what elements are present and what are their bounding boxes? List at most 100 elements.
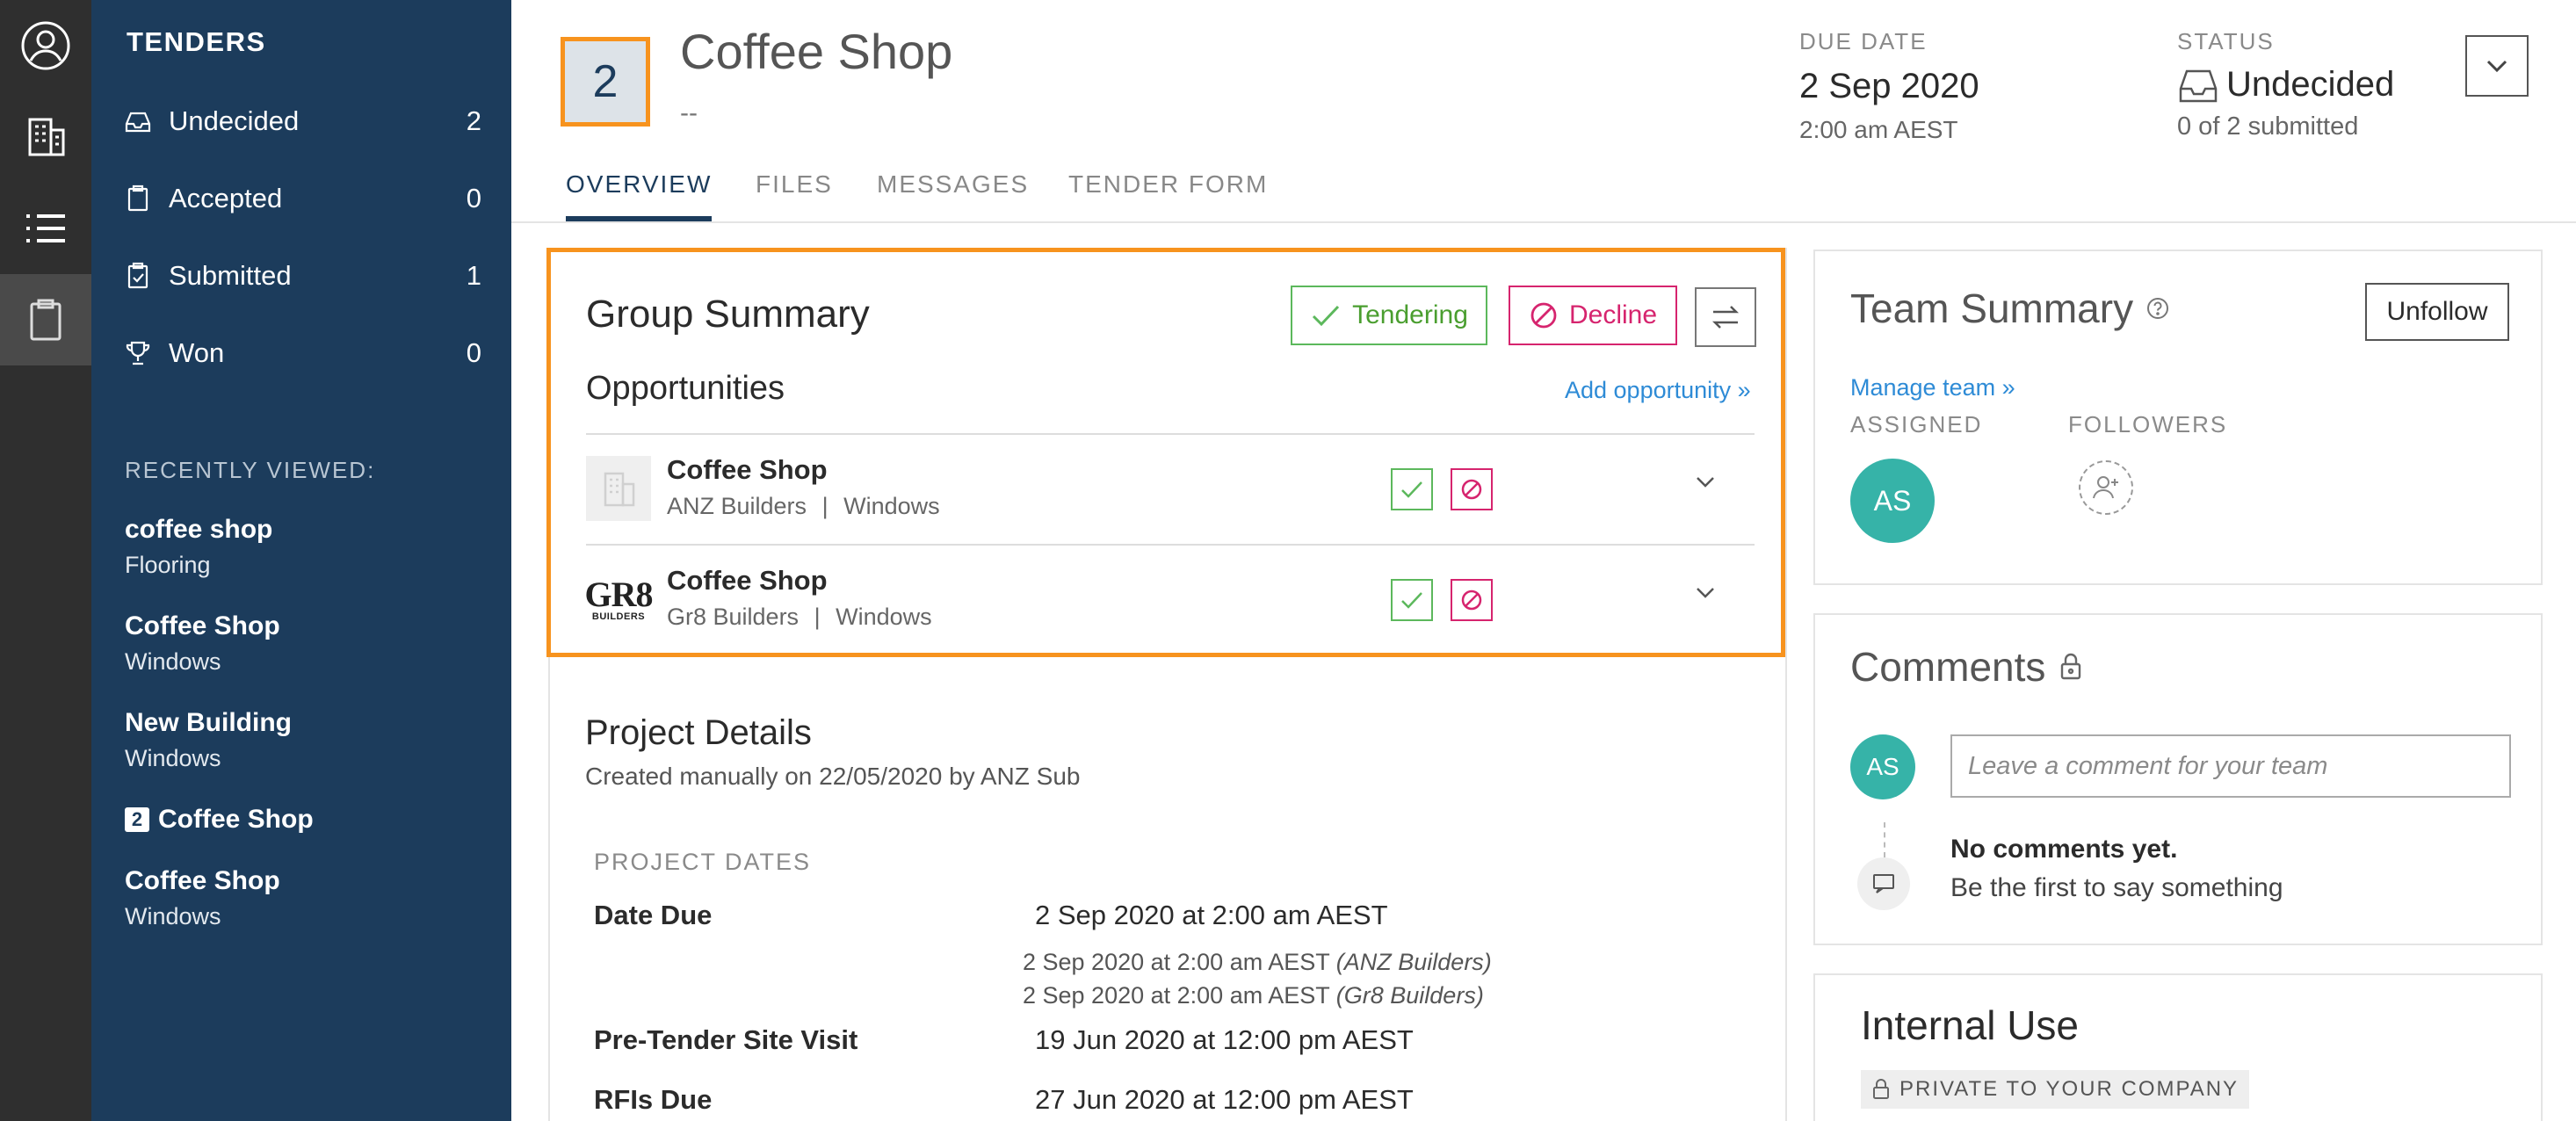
project-dates-label: PROJECT DATES bbox=[594, 849, 812, 875]
opportunity-name: Coffee Shop bbox=[667, 565, 828, 596]
team-summary-title: Team Summary bbox=[1850, 286, 2134, 331]
accept-opportunity-button[interactable] bbox=[1391, 579, 1433, 621]
rail-profile-button[interactable] bbox=[0, 0, 91, 91]
list-icon bbox=[26, 214, 65, 242]
recent-item[interactable]: 2 Coffee Shop bbox=[125, 805, 314, 835]
ban-icon bbox=[1530, 302, 1557, 329]
date-due-value: 2 Sep 2020 at 2:00 am AEST bbox=[1035, 900, 1388, 930]
clipboard-icon bbox=[127, 184, 148, 212]
page-subtitle: -- bbox=[680, 98, 698, 127]
internal-use-title: Internal Use bbox=[1861, 1002, 2080, 1048]
tendering-button[interactable]: Tendering bbox=[1291, 286, 1487, 345]
add-follower-button[interactable] bbox=[2079, 460, 2133, 515]
rail-list-button[interactable] bbox=[0, 183, 91, 274]
recent-item-sub: Windows bbox=[125, 745, 221, 771]
team-summary-title-row: Team Summary bbox=[1850, 285, 2170, 332]
ban-icon bbox=[1461, 589, 1482, 611]
opportunities-title: Opportunities bbox=[586, 370, 785, 407]
expand-opportunity-button[interactable] bbox=[1688, 575, 1723, 611]
tenders-sidebar: TENDERS Undecided 2 Accepted 0 Submitted… bbox=[91, 0, 511, 1121]
clipboard-icon bbox=[30, 299, 62, 341]
assigned-avatar[interactable]: AS bbox=[1850, 459, 1935, 543]
rfis-due-key: RFIs Due bbox=[594, 1084, 713, 1115]
project-created-info: Created manually on 22/05/2020 by ANZ Su… bbox=[585, 763, 1081, 790]
date-due-gr8-builder: (Gr8 Builders) bbox=[1335, 982, 1484, 1009]
logo-text: GR8 bbox=[584, 574, 654, 614]
recent-item-sub: Windows bbox=[125, 648, 221, 675]
group-count-badge: 2 bbox=[125, 807, 149, 832]
decline-opportunity-button[interactable] bbox=[1451, 579, 1493, 621]
team-summary-card: Team Summary Unfollow Manage team » ASSI… bbox=[1813, 250, 2543, 585]
manage-team-link[interactable]: Manage team » bbox=[1850, 374, 2015, 401]
sidebar-item-label: Won bbox=[169, 337, 225, 368]
group-count-box: 2 bbox=[561, 37, 650, 127]
private-badge: PRIVATE TO YOUR COMPANY bbox=[1861, 1070, 2250, 1109]
recent-item[interactable]: New Building Windows bbox=[125, 708, 292, 772]
sidebar-item-undecided[interactable]: Undecided 2 bbox=[123, 95, 481, 148]
recent-item[interactable]: Coffee Shop Windows bbox=[125, 866, 280, 930]
rfis-due-value: 27 Jun 2020 at 12:00 pm AEST bbox=[1035, 1084, 1414, 1115]
rail-companies-button[interactable] bbox=[0, 91, 91, 183]
page-title: Coffee Shop bbox=[680, 24, 953, 79]
sidebar-item-submitted[interactable]: Submitted 1 bbox=[123, 250, 481, 302]
sidebar-item-label: Accepted bbox=[169, 183, 283, 213]
comment-bubble-icon-wrap bbox=[1857, 857, 1910, 910]
sidebar-item-label: Undecided bbox=[169, 105, 300, 136]
chevron-down-icon bbox=[1697, 477, 1714, 488]
recent-item[interactable]: Coffee Shop Windows bbox=[125, 611, 280, 676]
accept-opportunity-button[interactable] bbox=[1391, 468, 1433, 510]
decline-opportunity-button[interactable] bbox=[1451, 468, 1493, 510]
date-due-anz: 2 Sep 2020 at 2:00 am AEST (ANZ Builders… bbox=[1023, 949, 1492, 976]
ban-icon bbox=[1461, 479, 1482, 500]
swap-button[interactable] bbox=[1695, 287, 1756, 347]
check-icon bbox=[1401, 481, 1422, 498]
header-menu-dropdown[interactable] bbox=[2465, 35, 2529, 97]
tab-messages[interactable]: MESSAGES bbox=[877, 170, 1029, 221]
recent-item[interactable]: coffee shop Flooring bbox=[125, 515, 272, 579]
sidebar-item-accepted[interactable]: Accepted 0 bbox=[123, 172, 481, 225]
comment-input[interactable] bbox=[1950, 734, 2511, 798]
tab-tender-form[interactable]: TENDER FORM bbox=[1068, 170, 1268, 221]
sidebar-item-label: Submitted bbox=[169, 260, 292, 291]
opportunity-meta: Gr8 Builders | Windows bbox=[667, 604, 932, 631]
decline-button[interactable]: Decline bbox=[1509, 286, 1677, 345]
date-due-gr8: 2 Sep 2020 at 2:00 am AEST (Gr8 Builders… bbox=[1023, 982, 1484, 1009]
tab-overview[interactable]: OVERVIEW bbox=[566, 170, 713, 221]
company-logo-gr8: GR8 BUILDERS bbox=[584, 567, 654, 632]
recent-item-name: Coffee Shop bbox=[125, 866, 280, 895]
private-label: PRIVATE TO YOUR COMPANY bbox=[1899, 1077, 2240, 1101]
comment-timeline-line bbox=[1884, 822, 1885, 857]
tendering-label: Tendering bbox=[1352, 300, 1468, 329]
help-icon[interactable] bbox=[2145, 296, 2170, 321]
site-visit-value: 19 Jun 2020 at 12:00 pm AEST bbox=[1035, 1024, 1414, 1055]
status-label: STATUS bbox=[2177, 28, 2275, 54]
divider: | bbox=[814, 604, 821, 630]
rail-tenders-button[interactable] bbox=[0, 274, 91, 365]
swap-arrows-icon bbox=[1711, 306, 1740, 329]
date-due-key: Date Due bbox=[594, 900, 713, 930]
opportunity-row[interactable]: Coffee Shop ANZ Builders | Windows bbox=[586, 433, 1755, 544]
tab-files[interactable]: FILES bbox=[756, 170, 833, 221]
sidebar-item-won[interactable]: Won 0 bbox=[123, 327, 481, 380]
no-comments-title: No comments yet. bbox=[1950, 835, 2178, 864]
tender-header: 2 Coffee Shop -- DUE DATE 2 Sep 2020 2:0… bbox=[511, 0, 2576, 223]
group-summary-title: Group Summary bbox=[586, 293, 870, 336]
opportunity-trade: Windows bbox=[843, 493, 940, 519]
add-opportunity-link[interactable]: Add opportunity » bbox=[1565, 377, 1751, 404]
inbox-icon bbox=[2179, 69, 2218, 102]
opportunity-builder: ANZ Builders bbox=[667, 493, 807, 519]
due-time-value: 2:00 am AEST bbox=[1799, 116, 1958, 143]
divider: | bbox=[821, 493, 829, 519]
trophy-icon bbox=[126, 341, 150, 365]
due-date-value: 2 Sep 2020 bbox=[1799, 67, 1979, 105]
unfollow-button[interactable]: Unfollow bbox=[2365, 283, 2509, 341]
comments-title: Comments bbox=[1850, 644, 2046, 690]
recent-item-name-row: 2 Coffee Shop bbox=[125, 805, 314, 835]
decline-label: Decline bbox=[1568, 300, 1658, 329]
expand-opportunity-button[interactable] bbox=[1688, 465, 1723, 500]
opportunity-row[interactable]: GR8 BUILDERS Coffee Shop Gr8 Builders | … bbox=[584, 544, 1755, 655]
assigned-label: ASSIGNED bbox=[1850, 411, 1983, 438]
logo-subtext: BUILDERS bbox=[591, 611, 646, 622]
user-circle-icon bbox=[21, 21, 70, 70]
recent-item-name: New Building bbox=[125, 708, 292, 737]
